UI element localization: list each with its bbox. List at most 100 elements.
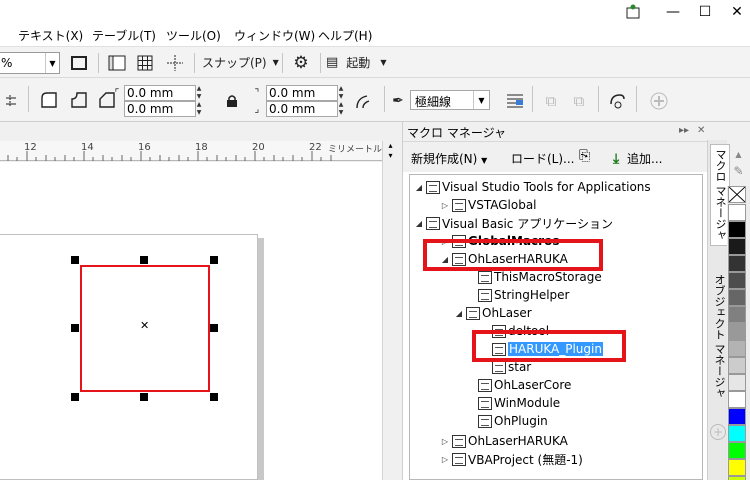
horizontal-ruler[interactable]: 12 14 16 18 20 22 ミリメートル: [0, 141, 382, 161]
corner-radius-bottom-right-field[interactable]: 0.0 mm: [266, 101, 338, 117]
menu-text[interactable]: テキスト(X): [18, 27, 83, 44]
selection-handle-bottom-middle[interactable]: [140, 393, 148, 401]
selection-handle-top-right[interactable]: [210, 256, 218, 264]
corner-radius-top-right-field[interactable]: 0.0 mm: [266, 85, 338, 101]
color-swatch[interactable]: [728, 476, 746, 480]
color-swatch[interactable]: [728, 459, 746, 476]
scalloped-corner-icon[interactable]: [68, 90, 90, 110]
no-color-swatch[interactable]: [728, 186, 746, 203]
selection-handle-top-middle[interactable]: [140, 256, 148, 264]
round-corner-icon[interactable]: [38, 90, 60, 110]
color-swatch[interactable]: [728, 255, 746, 272]
menu-help[interactable]: ヘルプ(H): [318, 27, 372, 44]
minimize-button[interactable]: —: [658, 0, 688, 24]
color-swatch[interactable]: [728, 306, 746, 323]
show-rulers-icon[interactable]: [106, 53, 128, 73]
selection-handle-middle-right[interactable]: [210, 324, 218, 332]
to-back-icon[interactable]: ⧉: [568, 90, 590, 112]
menu-tools[interactable]: ツール(O): [166, 27, 221, 44]
module-icon: [478, 396, 492, 410]
add-button[interactable]: ⤓ 追加...: [613, 150, 662, 167]
color-swatch[interactable]: [728, 374, 746, 391]
color-swatch[interactable]: [728, 442, 746, 459]
color-swatch[interactable]: [728, 238, 746, 255]
tree-node[interactable]: OhPlugin: [466, 412, 548, 430]
expand-toggle-icon[interactable]: ◢: [414, 183, 424, 192]
show-grid-icon[interactable]: [134, 53, 156, 73]
tree-node[interactable]: ▷ OhLaserHARUKA: [440, 432, 568, 450]
full-screen-icon[interactable]: [68, 53, 90, 73]
vertical-scrollbar[interactable]: [382, 162, 398, 480]
color-swatch[interactable]: [728, 357, 746, 374]
tree-node[interactable]: WinModule: [466, 394, 560, 412]
tree-node[interactable]: StringHelper: [466, 286, 570, 304]
selection-handle-middle-left[interactable]: [71, 324, 79, 332]
relative-corner-scaling-icon[interactable]: [352, 90, 376, 112]
color-swatch[interactable]: [728, 289, 746, 306]
corner-radius-top-left-field[interactable]: 0.0 mm: [124, 85, 196, 101]
corner-radius-bottom-right-spinner[interactable]: ▲ ▼: [336, 101, 346, 117]
add-tab-icon[interactable]: +: [710, 424, 726, 440]
tree-node[interactable]: ◢ Visual Studio Tools for Applications: [414, 178, 651, 196]
snap-to-label: スナップ(P): [202, 56, 267, 70]
convert-to-curves-icon[interactable]: [606, 90, 628, 112]
selection-handle-bottom-right[interactable]: [210, 393, 218, 401]
selection-handle-bottom-left[interactable]: [71, 393, 79, 401]
gear-icon[interactable]: ⚙: [290, 53, 312, 73]
color-swatch[interactable]: [728, 408, 746, 425]
color-swatch[interactable]: [728, 323, 746, 340]
color-swatch[interactable]: [728, 204, 746, 221]
chevron-down-icon[interactable]: ▼: [473, 91, 489, 109]
selection-center-icon[interactable]: ✕: [140, 319, 149, 332]
load-button[interactable]: ロード(L)...: [511, 150, 575, 167]
color-swatch[interactable]: [728, 221, 746, 238]
expand-toggle-icon[interactable]: ▷: [440, 455, 450, 464]
toolbar-separator: [384, 86, 385, 112]
launch-menu[interactable]: ▤ 起動 ▼: [326, 54, 386, 71]
to-front-icon[interactable]: ⧉: [540, 90, 562, 112]
corner-radius-bottom-left-field[interactable]: 0.0 mm: [124, 101, 196, 117]
collapse-docker-icon[interactable]: ▸▸: [679, 125, 689, 136]
add-plus-icon[interactable]: [648, 90, 670, 112]
eyedropper-icon[interactable]: ✎: [727, 164, 750, 184]
zoom-level-combo[interactable]: % ▼: [0, 52, 60, 74]
expand-toggle-icon[interactable]: ▷: [440, 201, 450, 210]
new-menu[interactable]: 新規作成(N) ▼: [411, 150, 487, 167]
maximize-button[interactable]: ☐: [690, 0, 720, 24]
menu-window[interactable]: ウィンドウ(W): [234, 27, 315, 44]
color-swatch[interactable]: [728, 340, 746, 357]
close-docker-icon[interactable]: ✕: [697, 125, 705, 136]
snap-to-menu[interactable]: スナップ(P) ▼: [202, 54, 279, 71]
color-swatch[interactable]: [728, 272, 746, 289]
menu-table[interactable]: テーブル(T): [92, 27, 156, 44]
tree-node[interactable]: ◢ Visual Basic アプリケーション: [414, 214, 613, 232]
expand-toggle-icon[interactable]: ◢: [414, 219, 424, 228]
tree-node[interactable]: OhLaserCore: [466, 376, 571, 394]
outline-width-combo[interactable]: 極細線 ▼: [410, 90, 490, 110]
chevron-down-icon[interactable]: ▼: [45, 53, 59, 73]
copy-icon[interactable]: ⎘: [579, 148, 590, 164]
expand-toggle-icon[interactable]: ◢: [454, 309, 464, 318]
wrap-text-icon[interactable]: [504, 90, 526, 112]
tab-object-manager[interactable]: オブジェクト マネージャ: [710, 270, 728, 403]
lock-icon[interactable]: [224, 92, 240, 110]
color-swatch[interactable]: [728, 391, 746, 408]
palette-scroll-up-icon[interactable]: ▲: [727, 150, 750, 164]
corner-radius-top-left-spinner[interactable]: ▲ ▼: [194, 85, 204, 101]
expand-toggle-icon[interactable]: ▷: [440, 437, 450, 446]
tree-node[interactable]: ▷ VSTAGlobal: [440, 196, 537, 214]
ruler-corner-icon[interactable]: ▴ ▾: [382, 141, 398, 162]
color-palette: [727, 186, 750, 480]
color-swatch[interactable]: [728, 425, 746, 442]
corel-connect-icon[interactable]: [618, 0, 648, 24]
corner-tool-icon[interactable]: [0, 92, 22, 110]
global-project-icon: [452, 198, 466, 212]
close-button[interactable]: ✕: [722, 0, 750, 24]
tree-node[interactable]: ▷ VBAProject (無題-1): [440, 450, 583, 468]
show-guidelines-icon[interactable]: [164, 53, 186, 73]
macro-tree[interactable]: ◢ Visual Studio Tools for Applications ▷…: [409, 174, 703, 480]
corner-radius-bottom-left-spinner[interactable]: ▲ ▼: [194, 101, 204, 117]
corner-radius-top-right-spinner[interactable]: ▲ ▼: [336, 85, 346, 101]
selection-handle-top-left[interactable]: [71, 256, 79, 264]
tree-node[interactable]: ◢ OhLaser: [454, 304, 532, 322]
